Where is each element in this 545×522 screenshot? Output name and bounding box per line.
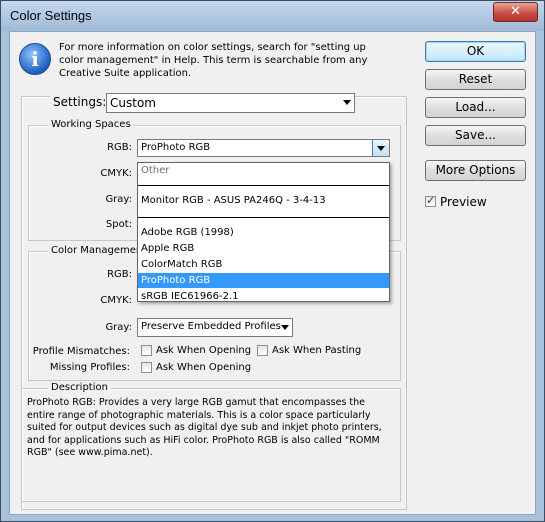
policy-cmyk-label: CMYK:: [100, 295, 132, 306]
close-button[interactable]: ✕: [493, 2, 538, 22]
dropdown-item-colormatch-rgb[interactable]: ColorMatch RGB: [138, 257, 389, 272]
dropdown-item-other: Other: [141, 165, 170, 176]
dropdown-item-adobe-rgb[interactable]: Adobe RGB (1998): [138, 225, 389, 240]
preview-checkbox[interactable]: [425, 194, 436, 207]
color-settings-window: Color Settings ✕ i For more information …: [0, 0, 545, 522]
description-text: ProPhoto RGB: Provides a very large RGB …: [27, 397, 382, 460]
dropdown-item-monitor-rgb[interactable]: Monitor RGB - ASUS PA246Q - 3-4-13: [138, 193, 389, 208]
chevron-down-icon: [343, 100, 351, 105]
rgb-label: RGB:: [107, 142, 132, 153]
chevron-down-icon: [377, 146, 385, 151]
settings-select[interactable]: Custom: [106, 93, 355, 113]
gray-label: Gray:: [105, 194, 132, 205]
spot-label: Spot:: [105, 219, 132, 230]
policy-rgb-label: RGB:: [107, 269, 132, 280]
ask-when-pasting-checkbox[interactable]: [257, 345, 268, 356]
color-management-title: Color Management: [48, 245, 150, 256]
close-icon: ✕: [510, 4, 521, 19]
policy-gray-select[interactable]: Preserve Embedded Profiles: [137, 318, 293, 337]
missing-ask-when-opening-label[interactable]: Ask When Opening: [156, 362, 251, 373]
dropdown-item-srgb[interactable]: sRGB IEC61966-2.1: [138, 289, 389, 304]
dropdown-separator: [138, 217, 389, 218]
ask-when-opening-checkbox[interactable]: [141, 345, 152, 356]
policy-gray-label: Gray:: [105, 322, 132, 333]
missing-profiles-label: Missing Profiles:: [49, 362, 130, 373]
description-line: suited for output devices such as digita…: [27, 422, 382, 433]
description-line: entire range of photographic materials. …: [27, 409, 371, 421]
settings-label: Settings:: [50, 95, 110, 109]
description-title: Description: [48, 382, 111, 393]
description-line: ProPhoto RGB: Provides a very large RGB …: [27, 397, 366, 408]
info-line: Creative Suite application.: [59, 68, 192, 79]
profile-mismatches-label: Profile Mismatches:: [32, 346, 130, 357]
working-spaces-title: Working Spaces: [48, 119, 134, 130]
ask-when-pasting-label[interactable]: Ask When Pasting: [272, 345, 361, 356]
policy-gray-value: Preserve Embedded Profiles: [141, 321, 281, 332]
dropdown-button[interactable]: [372, 140, 389, 156]
rgb-working-space-dropdown-list: Other Monitor RGB - ASUS PA246Q - 3-4-13…: [137, 162, 390, 302]
ok-button[interactable]: OK: [425, 41, 526, 62]
title-bar[interactable]: Color Settings ✕: [1, 1, 544, 31]
info-line: For more information on color settings, …: [59, 42, 366, 53]
info-message: For more information on color settings, …: [59, 41, 368, 80]
load-button[interactable]: Load...: [425, 97, 526, 118]
save-button[interactable]: Save...: [425, 125, 526, 146]
settings-value: Custom: [110, 96, 156, 110]
preview-label[interactable]: Preview: [440, 195, 487, 209]
info-icon: i: [19, 43, 51, 75]
dropdown-separator: [138, 185, 389, 186]
dropdown-item-apple-rgb[interactable]: Apple RGB: [138, 241, 389, 256]
dropdown-item-prophoto-rgb[interactable]: ProPhoto RGB: [138, 273, 389, 288]
reset-button[interactable]: Reset: [425, 69, 526, 90]
chevron-down-icon: [281, 325, 289, 330]
window-title: Color Settings: [10, 8, 92, 23]
rgb-working-space-select[interactable]: ProPhoto RGB: [137, 139, 390, 157]
description-line: and for applications such as HiFi color.…: [27, 434, 380, 446]
rgb-working-space-value: ProPhoto RGB: [141, 142, 211, 153]
description-line: RGB" (see www.pima.net).: [27, 447, 153, 458]
missing-ask-when-opening-checkbox[interactable]: [141, 362, 152, 373]
cmyk-label: CMYK:: [100, 168, 132, 179]
dialog-body: i For more information on color settings…: [9, 31, 536, 515]
more-options-button[interactable]: More Options: [425, 160, 526, 181]
info-line: color management" in Help. This term is …: [59, 55, 368, 66]
ask-when-opening-label[interactable]: Ask When Opening: [156, 345, 251, 356]
